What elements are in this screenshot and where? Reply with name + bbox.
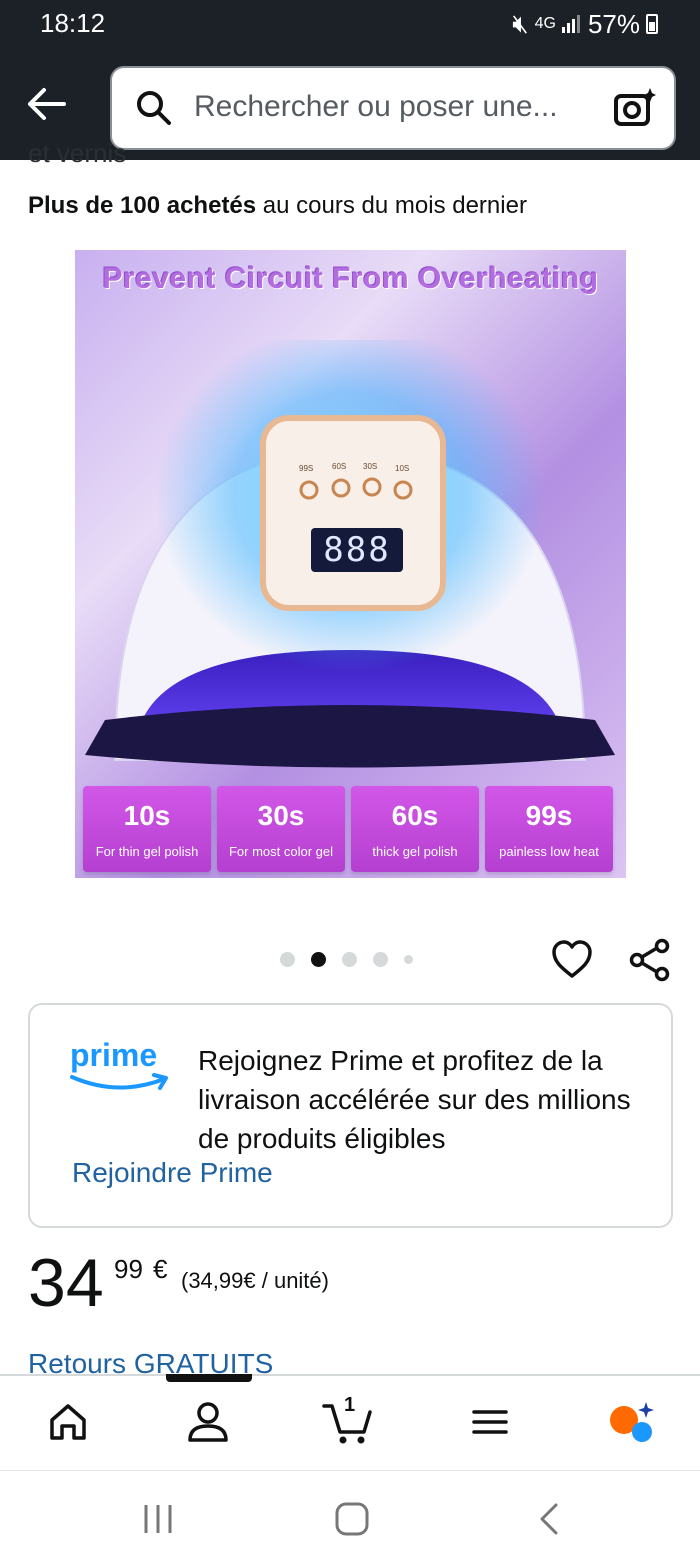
nav-indicator [166,1374,252,1382]
timer-value: 30s [257,800,305,831]
prime-banner: prime Rejoignez Prime et profitez de la … [28,1003,673,1228]
title-tail-text: et vernis [28,138,127,168]
price-fraction: 99 [114,1254,143,1284]
status-time: 18:12 [40,8,106,38]
camera-search-icon[interactable] [612,86,656,130]
bottom-nav: 1 [0,1374,700,1468]
button-label: 60S [332,462,347,471]
price-currency: € [153,1254,168,1284]
purchase-count-rest: au cours du mois dernier [256,192,527,219]
smile-icon [70,1073,168,1090]
timer-value: 99s [525,800,573,831]
timer-card: 60s thick gel polish [351,786,479,872]
recent-apps-icon[interactable] [140,1501,176,1537]
status-icons: 🔇︎ 4G 57% [512,8,658,40]
carousel-dot[interactable] [280,952,295,967]
mute-icon: 🔇︎ [512,8,529,38]
timer-card: 99s painless low heat [485,786,613,872]
cart-button[interactable]: 1 [322,1394,372,1446]
battery-percent: 57% [587,8,640,39]
back-arrow-icon[interactable] [24,82,68,126]
purchase-count-bold: Plus de 100 achetés [28,192,257,219]
button-label: 10S [395,464,410,473]
timer-description: thick gel polish [372,844,458,859]
home-icon[interactable] [44,1398,92,1446]
account-icon[interactable] [184,1398,232,1446]
free-returns-link[interactable]: Retours GRATUITS [28,1348,273,1374]
status-bar: 18:12 🔇︎ 4G 57% [0,0,700,48]
product-image[interactable]: Prevent Circuit From Overheating 888 99S… [75,250,626,878]
join-prime-link[interactable]: Rejoindre Prime [72,1157,273,1189]
timer-value: 60s [391,800,439,831]
carousel-dot[interactable] [373,952,388,967]
prime-logo: prime [70,1037,168,1090]
timer-description: For most color gel [228,844,334,859]
button-label: 99S [299,464,314,473]
home-button-icon[interactable] [334,1501,370,1537]
search-bar[interactable]: Rechercher ou poser une... [110,66,676,150]
cart-count: 1 [344,1394,356,1416]
carousel-dot-active[interactable] [311,952,326,967]
system-back-icon[interactable] [532,1501,568,1537]
timer-description: painless low heat [499,844,599,859]
timer-value: 10s [123,800,171,831]
carousel-dot[interactable] [342,952,357,967]
timer-description: For thin gel polish [95,844,199,859]
timer-card: 10s For thin gel polish [83,786,211,872]
share-icon[interactable] [628,938,672,982]
heart-icon[interactable] [550,938,594,982]
system-nav [0,1470,700,1561]
timer-card: 30s For most color gel [217,786,345,872]
timer-settings: 10s For thin gel polish 30s For most color… [83,786,613,872]
timer-display: 888 [323,530,391,570]
price-whole: 34 [28,1245,104,1321]
prime-logo-text: prime [70,1037,158,1073]
unit-price: (34,99€ / unité) [181,1268,329,1293]
rufus-icon[interactable] [606,1398,654,1446]
carousel-dots [280,952,413,967]
button-label: 30S [363,462,378,471]
purchase-count: Plus de 100 achetés au cours du mois der… [28,192,527,220]
search-input[interactable]: Rechercher ou poser une... [194,90,558,124]
carousel-dot[interactable] [404,955,413,964]
search-icon [137,91,171,125]
battery-icon [646,14,658,34]
prime-description: Rejoignez Prime et profitez de la livrai… [198,1045,631,1154]
signal-icon [561,15,580,33]
network-label: 4G [534,15,556,32]
menu-icon[interactable] [466,1398,514,1446]
